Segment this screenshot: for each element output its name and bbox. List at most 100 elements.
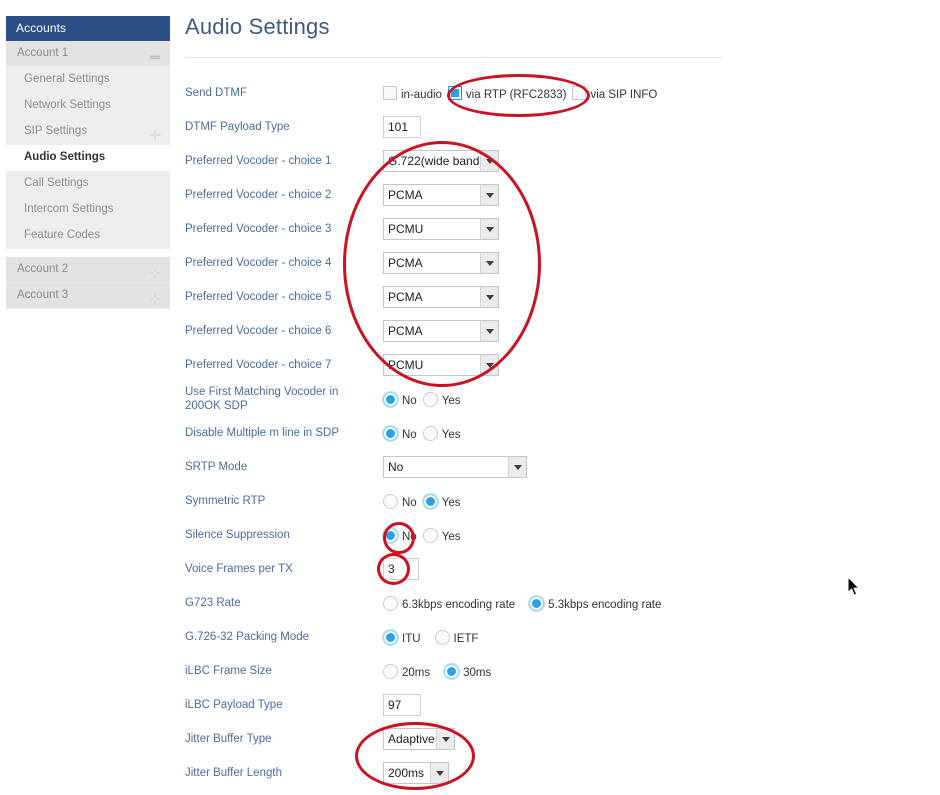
row-disable-multiple-m-line: Disable Multiple m line in SDP No Yes [185, 416, 935, 450]
sidebar-item-network-settings[interactable]: Network Settings [6, 93, 170, 119]
select-preferred-vocoder-choice-5[interactable]: PCMA [383, 286, 499, 308]
radio-label-g723-63kbps: 6.3kbps encoding rate [402, 599, 516, 611]
radio-label-g726-itu: ITU [402, 633, 421, 645]
radio-g723-53kbps[interactable]: 5.3kbps encoding rate [529, 595, 661, 611]
radio-group-use-first-matching-vocoder: No Yes [383, 391, 935, 407]
radio-g726-ietf[interactable]: IETF [434, 629, 478, 645]
radio-dot-g723-63kbps[interactable] [383, 595, 398, 611]
sidebar-item-sip-settings[interactable]: SIP Settings [6, 119, 170, 145]
radio-label-disable-multiple-m-no: No [402, 429, 417, 441]
checkbox-via-sip-info[interactable]: via SIP INFO [572, 86, 658, 101]
checkbox-via-rtp[interactable]: via RTP (RFC2833) [447, 86, 567, 101]
select-preferred-vocoder-choice-4[interactable]: PCMA [383, 252, 499, 274]
select-wrap-jitter-buffer-type: Adaptive [383, 728, 455, 750]
label-preferred-vocoder-choice-5: Preferred Vocoder - choice 5 [185, 291, 332, 303]
sidebar-item-label: Call Settings [24, 177, 89, 189]
sidebar-item-label: Audio Settings [24, 151, 106, 163]
radio-label-use-first-matching-no: No [402, 395, 417, 407]
radio-group-ilbc-frame-size: 20ms 30ms [383, 663, 935, 679]
row-preferred-vocoder-choice-3: Preferred Vocoder - choice 3 PCMU [185, 212, 935, 246]
input-ilbc-payload-type[interactable] [383, 694, 421, 716]
label-preferred-vocoder-choice-1: Preferred Vocoder - choice 1 [185, 155, 332, 167]
radio-g726-itu[interactable]: ITU [383, 629, 421, 645]
radio-dot-symmetric-rtp-yes[interactable] [422, 493, 438, 509]
plus-icon[interactable] [149, 264, 161, 278]
minus-icon[interactable] [149, 48, 161, 60]
input-dtmf-payload-type[interactable] [383, 116, 421, 138]
radio-disable-multiple-m-no[interactable]: No [383, 425, 417, 441]
sidebar-item-intercom-settings[interactable]: Intercom Settings [6, 197, 170, 223]
radio-use-first-matching-no[interactable]: No [383, 391, 417, 407]
plus-icon[interactable] [149, 290, 161, 304]
radio-dot-ilbc-20ms[interactable] [383, 663, 398, 679]
radio-symmetric-rtp-no[interactable]: No [383, 493, 417, 509]
sidebar-item-general-settings[interactable]: General Settings [6, 67, 170, 93]
row-ilbc-payload-type: iLBC Payload Type [185, 688, 935, 722]
radio-group-silence-suppression: No Yes [383, 527, 935, 543]
row-g723-rate: G723 Rate 6.3kbps encoding rate 5.3kbps … [185, 586, 935, 620]
radio-label-symmetric-rtp-no: No [402, 497, 417, 509]
sidebar-item-call-settings[interactable]: Call Settings [6, 171, 170, 197]
row-g726-packing-mode: G.726-32 Packing Mode ITU IETF [185, 620, 935, 654]
radio-label-silence-suppression-yes: Yes [441, 531, 461, 543]
radio-dot-disable-multiple-m-yes[interactable] [422, 425, 438, 441]
radio-group-disable-multiple-m-line: No Yes [383, 425, 935, 441]
sidebar-item-feature-codes[interactable]: Feature Codes [6, 223, 170, 249]
radio-use-first-matching-yes[interactable]: Yes [422, 391, 461, 407]
select-preferred-vocoder-choice-7[interactable]: PCMU [383, 354, 499, 376]
radio-ilbc-30ms[interactable]: 30ms [444, 663, 491, 679]
radio-dot-silence-suppression-yes[interactable] [422, 527, 438, 543]
radio-dot-use-first-matching-yes[interactable] [422, 391, 438, 407]
checkbox-label-via-sip-info: via SIP INFO [590, 89, 658, 101]
radio-silence-suppression-yes[interactable]: Yes [422, 527, 461, 543]
radio-silence-suppression-no[interactable]: No [383, 527, 417, 543]
checkbox-box-in-audio[interactable] [383, 86, 397, 100]
plus-icon[interactable] [149, 126, 161, 140]
sidebar-item-label: Network Settings [24, 99, 111, 111]
select-preferred-vocoder-choice-1[interactable]: G.722(wide band) [383, 150, 499, 172]
sidebar: Accounts Account 1 General Settings Networ… [6, 16, 170, 309]
sidebar-group-gap [6, 249, 170, 257]
checkbox-label-via-rtp: via RTP (RFC2833) [465, 89, 567, 101]
radio-label-disable-multiple-m-yes: Yes [441, 429, 461, 441]
row-preferred-vocoder-choice-1: Preferred Vocoder - choice 1 G.722(wide b… [185, 144, 935, 178]
select-srtp-mode[interactable]: No [383, 456, 527, 478]
label-disable-multiple-m-line: Disable Multiple m line in SDP [185, 427, 340, 439]
input-voice-frames-per-tx[interactable] [383, 558, 419, 580]
label-jitter-buffer-length: Jitter Buffer Length [185, 767, 282, 779]
sidebar-item-account-3[interactable]: Account 3 [6, 283, 170, 309]
radio-dot-g726-itu[interactable] [383, 629, 398, 645]
sidebar-item-account-1[interactable]: Account 1 [6, 41, 170, 67]
select-preferred-vocoder-choice-2[interactable]: PCMA [383, 184, 499, 206]
radio-dot-ilbc-30ms[interactable] [444, 663, 460, 679]
checkbox-box-via-rtp[interactable] [447, 86, 462, 100]
radio-dot-disable-multiple-m-no[interactable] [383, 425, 398, 441]
radio-ilbc-20ms[interactable]: 20ms [383, 663, 430, 679]
label-g723-rate: G723 Rate [185, 597, 241, 609]
row-preferred-vocoder-choice-4: Preferred Vocoder - choice 4 PCMA [185, 246, 935, 280]
select-preferred-vocoder-choice-3[interactable]: PCMU [383, 218, 499, 240]
label-send-dtmf: Send DTMF [185, 87, 247, 99]
label-ilbc-frame-size: iLBC Frame Size [185, 665, 272, 677]
select-jitter-buffer-length[interactable]: 200ms [383, 762, 449, 784]
radio-dot-use-first-matching-no[interactable] [383, 391, 398, 407]
radio-group-g723-rate: 6.3kbps encoding rate 5.3kbps encoding r… [383, 595, 935, 611]
checkbox-group-send-dtmf: in-audio via RTP (RFC2833) via SIP INFO [383, 86, 935, 101]
radio-label-use-first-matching-yes: Yes [441, 395, 461, 407]
radio-g723-63kbps[interactable]: 6.3kbps encoding rate [383, 595, 516, 611]
select-preferred-vocoder-choice-6[interactable]: PCMA [383, 320, 499, 342]
checkbox-box-via-sip-info[interactable] [572, 86, 587, 100]
sidebar-item-audio-settings[interactable]: Audio Settings [6, 145, 170, 171]
label-preferred-vocoder-choice-6: Preferred Vocoder - choice 6 [185, 325, 332, 337]
radio-dot-g726-ietf[interactable] [434, 629, 450, 645]
label-jitter-buffer-type: Jitter Buffer Type [185, 733, 272, 745]
radio-dot-symmetric-rtp-no[interactable] [383, 493, 398, 509]
radio-dot-silence-suppression-no[interactable] [383, 527, 398, 543]
select-jitter-buffer-type[interactable]: Adaptive [383, 728, 455, 750]
checkbox-in-audio[interactable]: in-audio [383, 86, 442, 101]
radio-dot-g723-53kbps[interactable] [529, 595, 545, 611]
sidebar-item-account-2[interactable]: Account 2 [6, 257, 170, 283]
radio-label-symmetric-rtp-yes: Yes [441, 497, 461, 509]
radio-symmetric-rtp-yes[interactable]: Yes [422, 493, 461, 509]
radio-disable-multiple-m-yes[interactable]: Yes [422, 425, 461, 441]
